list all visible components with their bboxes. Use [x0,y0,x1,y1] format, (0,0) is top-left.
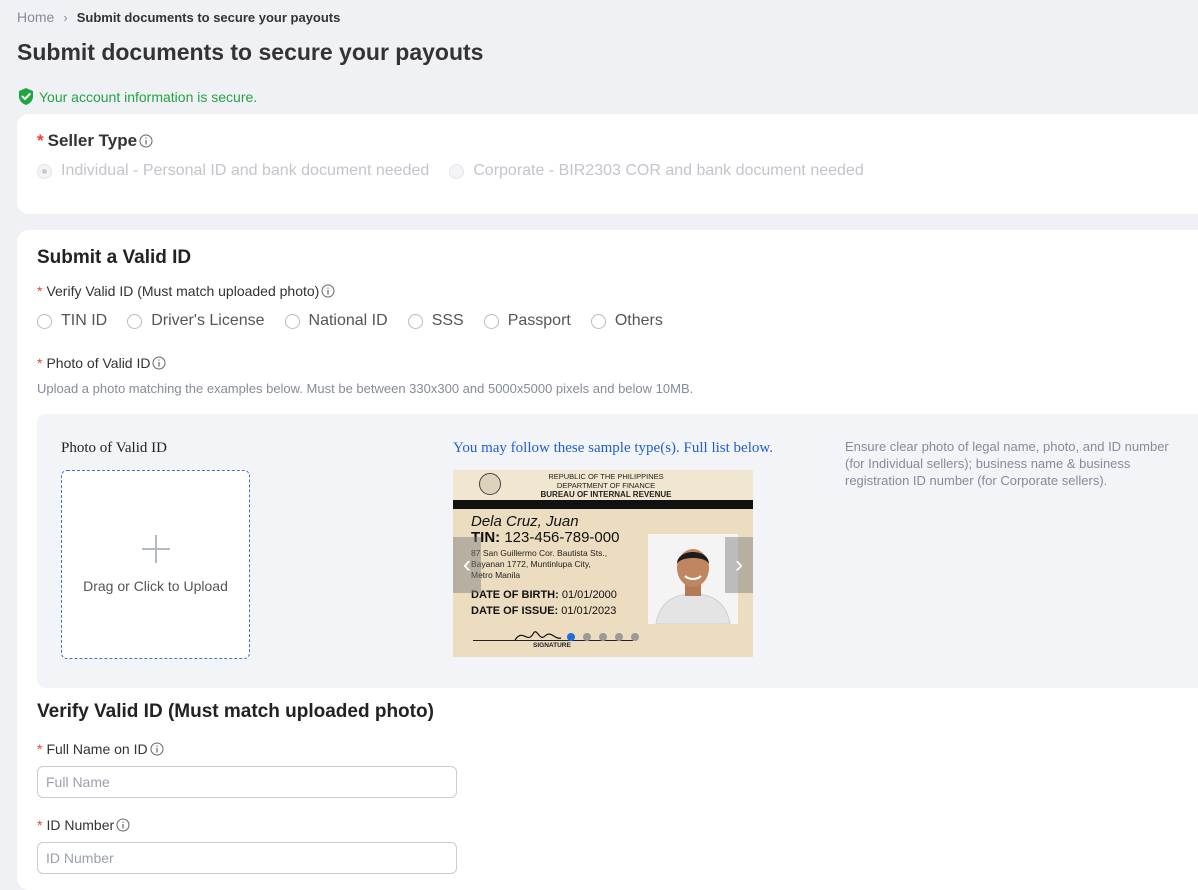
dropzone-text: Drag or Click to Upload [83,578,228,594]
carousel-next-button[interactable]: › [725,537,753,593]
plus-icon [142,535,170,563]
radio-national-id[interactable] [284,313,300,329]
card-address-line2: Bayanan 1772, Muntinlupa City, [471,559,591,569]
radio-corporate[interactable] [449,163,465,179]
required-asterisk: * [37,817,43,833]
sample-id-image: REPUBLIC OF THE PHILIPPINES DEPARTMENT O… [453,470,753,657]
seller-type-card: * Seller Type Individual - Personal ID a… [17,114,1198,214]
required-asterisk: * [37,131,44,150]
carousel-dot[interactable] [615,633,623,641]
card-dob-label: DATE OF BIRTH: [471,589,559,601]
id-type-options: TIN ID Driver's License National ID SSS … [37,312,683,330]
id-type-drivers-license[interactable]: Driver's License [127,312,265,330]
id-type-tin[interactable]: TIN ID [37,312,107,330]
signature-label: SIGNATURE [533,642,571,649]
breadcrumb: Home › Submit documents to secure your p… [17,9,340,25]
card-doi-label: DATE OF ISSUE: [471,605,559,617]
id-type-passport[interactable]: Passport [483,312,571,330]
breadcrumb-separator-icon: › [63,9,68,25]
page-title: Submit documents to secure your payouts [17,39,484,65]
radio-others[interactable] [590,313,606,329]
carousel-dot[interactable] [567,633,575,641]
card-header-line1: REPUBLIC OF THE PHILIPPINES [548,472,664,481]
valid-id-section-title: Submit a Valid ID [37,247,192,268]
info-icon[interactable] [139,134,153,148]
card-tin-value: 123-456-789-000 [504,529,620,546]
id-number-input[interactable] [37,842,457,874]
verify-section-title: Verify Valid ID (Must match uploaded pho… [37,701,434,722]
photo-label: * Photo of Valid ID [37,355,166,371]
secure-notice-text: Your account information is secure. [39,88,258,105]
radio-passport[interactable] [483,313,499,329]
id-number-label: * ID Number [37,817,130,833]
breadcrumb-home-link[interactable]: Home [17,9,54,25]
card-doi-value: 01/01/2023 [561,605,617,617]
radio-tin-id[interactable] [37,313,52,329]
upload-dropzone[interactable]: Drag or Click to Upload [61,470,250,659]
seal-icon [479,473,501,495]
radio-drivers-license[interactable] [127,313,143,329]
carousel-dot[interactable] [631,633,639,641]
upload-hint: Upload a photo matching the examples bel… [37,381,694,396]
verify-id-type-label: * Verify Valid ID (Must match uploaded p… [37,283,335,299]
required-asterisk: * [37,283,43,299]
carousel-dots [567,633,647,641]
id-type-sss[interactable]: SSS [407,312,464,330]
full-name-label: * Full Name on ID [37,741,164,757]
upload-panel: Photo of Valid ID Drag or Click to Uploa… [37,414,1198,688]
radio-sss[interactable] [407,313,423,329]
breadcrumb-current: Submit documents to secure your payouts [76,9,341,25]
seller-type-corporate[interactable]: Corporate - BIR2303 COR and bank documen… [449,162,864,180]
sample-id-carousel: REPUBLIC OF THE PHILIPPINES DEPARTMENT O… [453,470,753,657]
seller-type-individual[interactable]: Individual - Personal ID and bank docume… [37,162,429,180]
card-name: Dela Cruz, Juan [471,513,579,530]
required-asterisk: * [37,355,43,371]
secure-notice: Your account information is secure. [17,87,257,106]
info-icon[interactable] [321,284,335,298]
id-type-national-id[interactable]: National ID [284,312,388,330]
card-address-line1: 87 San Guillermo Cor. Bautista Sts., [471,548,608,558]
full-name-input[interactable] [37,766,457,798]
card-header-line3: BUREAU OF INTERNAL REVENUE [540,490,672,499]
carousel-dot[interactable] [599,633,607,641]
carousel-dot[interactable] [583,633,591,641]
card-dob-value: 01/01/2000 [561,589,617,601]
id-type-others[interactable]: Others [590,312,663,330]
shield-check-icon [19,88,33,105]
info-icon[interactable] [150,742,164,756]
radio-individual[interactable] [37,163,52,179]
card-header-line2: DEPARTMENT OF FINANCE [556,481,656,490]
photo-guidance: Ensure clear photo of legal name, photo,… [845,439,1169,488]
valid-id-card: Submit a Valid ID * Verify Valid ID (Mus… [17,230,1198,890]
carousel-prev-button[interactable]: ‹ [453,537,481,593]
seller-type-label: * Seller Type [37,131,153,151]
info-icon[interactable] [116,818,130,832]
required-asterisk: * [37,741,43,757]
card-address-line3: Metro Manila [471,570,521,580]
sample-title: You may follow these sample type(s). Ful… [453,440,773,456]
seller-type-options: Individual - Personal ID and bank docume… [37,162,884,180]
upload-title: Photo of Valid ID [61,440,167,456]
info-icon[interactable] [152,356,166,370]
